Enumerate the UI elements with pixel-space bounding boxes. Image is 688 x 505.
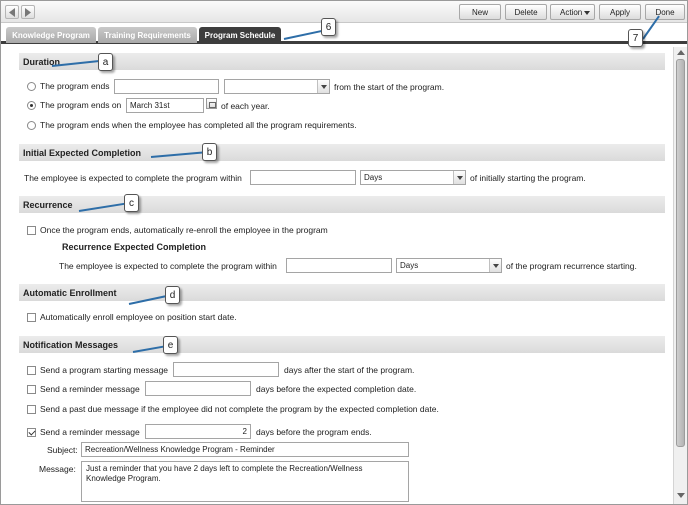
section-duration: Duration [19,53,665,70]
initial-completion-suffix: of initially starting the program. [470,173,586,183]
tab-bar: Knowledge Program Training Requirements … [1,24,687,44]
chevron-down-icon [453,171,465,184]
reminder1-checkbox[interactable] [27,384,36,394]
done-button[interactable]: Done [645,4,685,20]
callout-7: 7 [628,29,643,47]
scrollbar-thumb[interactable] [676,59,685,447]
callout-d: d [165,286,180,304]
chevron-down-icon [317,80,329,93]
duration-option-1[interactable]: The program ends [27,81,109,91]
auto-enroll-row[interactable]: Automatically enroll employee on positio… [27,312,237,322]
reminder1-row[interactable]: Send a reminder message [27,384,140,394]
tab-program-schedule[interactable]: Program Schedule [199,27,281,43]
initial-completion-amount-input[interactable] [250,170,356,185]
duration-option-2-suffix: of each year. [221,101,270,111]
duration-option-2[interactable]: The program ends on [27,100,121,110]
recurrence-checkbox-row[interactable]: Once the program ends, automatically re-… [27,225,328,235]
start-message-suffix: days after the start of the program. [284,365,415,375]
reminder2-days-input[interactable]: 2 [145,424,251,439]
section-notifications: Notification Messages [19,336,665,353]
window-frame: New Delete Action Apply Done Knowledge P… [0,0,688,505]
callout-a: a [98,53,113,71]
duration-option-1-label: The program ends [40,81,110,91]
recurrence-suffix: of the program recurrence starting. [506,261,637,271]
callout-6: 6 [321,18,336,36]
duration-option-3[interactable]: The program ends when the employee has c… [27,120,357,130]
past-due-row[interactable]: Send a past due message if the employee … [27,404,439,414]
scroll-up-icon[interactable] [677,50,685,55]
callout-e: e [163,336,178,354]
calendar-icon[interactable] [206,98,217,109]
action-button[interactable]: Action [550,4,595,20]
reminder1-label: Send a reminder message [40,384,140,394]
main-content: Duration The program ends from the start… [1,47,673,505]
initial-completion-unit-value: Days [364,173,383,182]
duration-option-1-suffix: from the start of the program. [334,82,445,92]
toolbar: New Delete Action Apply Done [1,1,687,23]
back-button[interactable] [5,5,19,19]
duration-option-3-label: The program ends when the employee has c… [40,120,357,130]
start-message-label: Send a program starting message [40,365,169,375]
subject-label: Subject: [47,445,78,455]
apply-button[interactable]: Apply [599,4,641,20]
reminder1-days-input[interactable] [145,381,251,396]
arrow-right-icon [25,8,31,17]
end-date-input[interactable]: March 31st [126,98,204,113]
recurrence-unit-value: Days [400,261,419,270]
tab-knowledge-program[interactable]: Knowledge Program [6,27,96,43]
recurrence-amount-input[interactable] [286,258,392,273]
initial-completion-unit-select[interactable]: Days [360,170,466,185]
start-message-days-input[interactable] [173,362,279,377]
duration-unit-select[interactable] [224,79,330,94]
delete-button[interactable]: Delete [505,4,547,20]
forward-button[interactable] [21,5,35,19]
past-due-label: Send a past due message if the employee … [40,404,439,414]
section-initial-completion: Initial Expected Completion [19,144,665,161]
reminder2-row[interactable]: Send a reminder message [27,427,140,437]
recurrence-subheading: Recurrence Expected Completion [62,242,207,252]
recurrence-prefix: The employee is expected to complete the… [59,261,277,271]
new-button[interactable]: New [459,4,501,20]
initial-completion-prefix: The employee is expected to complete the… [24,173,242,183]
reminder2-suffix: days before the program ends. [256,427,372,437]
duration-radio-3[interactable] [27,120,36,130]
start-message-checkbox[interactable] [27,365,36,375]
recurrence-checkbox-label: Once the program ends, automatically re-… [40,225,328,235]
action-button-label: Action [560,7,583,17]
start-message-row[interactable]: Send a program starting message [27,365,168,375]
auto-enroll-checkbox[interactable] [27,312,36,322]
section-auto-enrollment: Automatic Enrollment [19,284,665,301]
message-label: Message: [39,464,76,474]
arrow-left-icon [9,8,15,17]
scroll-down-icon[interactable] [677,493,685,498]
reminder2-label: Send a reminder message [40,427,140,437]
auto-enroll-label: Automatically enroll employee on positio… [40,312,237,322]
callout-c: c [124,194,139,212]
subject-input[interactable]: Recreation/Wellness Knowledge Program - … [81,442,409,457]
message-textarea[interactable]: Just a reminder that you have 2 days lef… [81,461,409,502]
tab-training-requirements[interactable]: Training Requirements [98,27,197,43]
recurrence-checkbox[interactable] [27,225,36,235]
reminder2-checkbox[interactable] [27,427,36,437]
duration-amount-input[interactable] [114,79,219,94]
chevron-down-icon [489,259,501,272]
reminder1-suffix: days before the expected completion date… [256,384,417,394]
callout-b: b [202,143,217,161]
chevron-down-icon [584,11,590,15]
past-due-checkbox[interactable] [27,404,36,414]
recurrence-unit-select[interactable]: Days [396,258,502,273]
duration-radio-2[interactable] [27,100,36,110]
duration-radio-1[interactable] [27,81,36,91]
vertical-scrollbar[interactable] [673,47,687,504]
duration-option-2-label: The program ends on [40,100,122,110]
